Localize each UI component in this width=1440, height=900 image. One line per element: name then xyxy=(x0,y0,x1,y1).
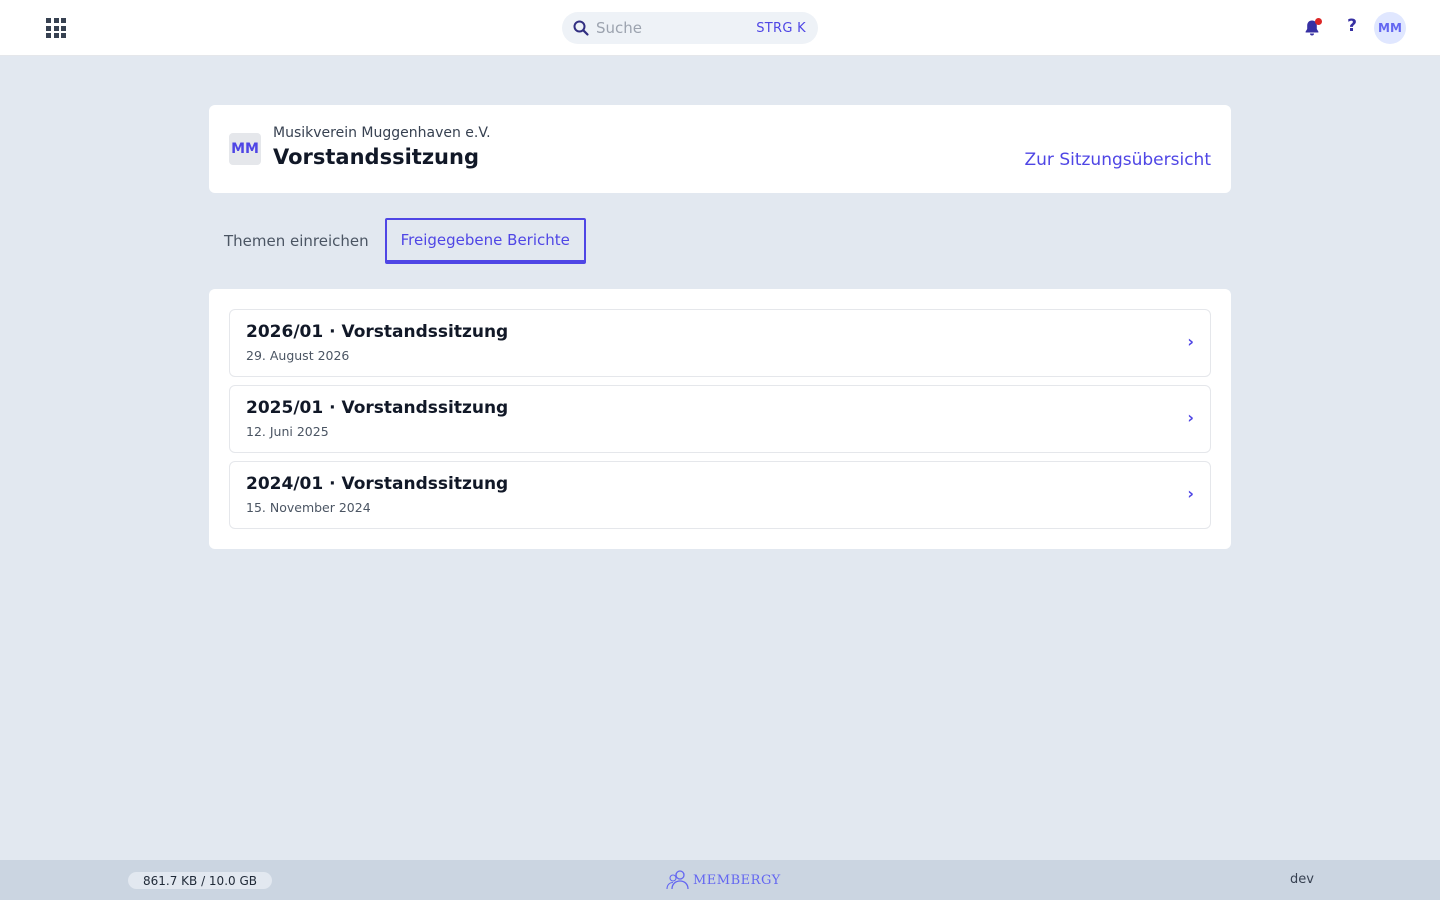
notifications-bell-icon[interactable] xyxy=(1302,18,1322,38)
org-avatar: MM xyxy=(229,133,261,165)
meeting-date: 15. November 2024 xyxy=(246,500,371,515)
meeting-title: 2025/01 · Vorstandssitzung xyxy=(246,398,509,418)
meeting-list-item[interactable]: 2025/01 · Vorstandssitzung 12. Juni 2025… xyxy=(229,385,1211,453)
meeting-date: 29. August 2026 xyxy=(246,348,350,363)
top-bar: STRG K ? MM xyxy=(0,0,1440,56)
search-input[interactable] xyxy=(596,19,746,37)
meeting-list-item[interactable]: 2024/01 · Vorstandssitzung 15. November … xyxy=(229,461,1211,529)
environment-label: dev xyxy=(1290,872,1314,887)
meeting-overview-link[interactable]: Zur Sitzungsübersicht xyxy=(1025,150,1212,170)
brand-logo: MEMBERGY xyxy=(665,869,781,891)
tab-submit-topics[interactable]: Themen einreichen xyxy=(209,218,385,264)
chevron-right-icon: › xyxy=(1187,332,1194,351)
brand-name: MEMBERGY xyxy=(693,872,781,888)
footer-bar: 861.7 KB / 10.0 GB MEMBERGY dev xyxy=(0,860,1440,900)
help-button[interactable]: ? xyxy=(1342,16,1362,40)
tab-bar: Themen einreichen Freigegebene Berichte xyxy=(209,218,586,264)
membergy-logo-icon xyxy=(666,870,689,890)
page-title: Vorstandssitzung xyxy=(273,145,479,169)
apps-grid-icon[interactable] xyxy=(44,16,68,40)
tab-released-reports[interactable]: Freigegebene Berichte xyxy=(384,218,586,264)
meeting-date: 12. Juni 2025 xyxy=(246,424,329,439)
search-shortcut-hint: STRG K xyxy=(756,20,806,36)
chevron-right-icon: › xyxy=(1187,484,1194,503)
meeting-title: 2024/01 · Vorstandssitzung xyxy=(246,474,509,494)
meeting-header-card: MM Musikverein Muggenhaven e.V. Vorstand… xyxy=(209,105,1231,193)
meeting-title: 2026/01 · Vorstandssitzung xyxy=(246,322,509,342)
storage-usage: 861.7 KB / 10.0 GB xyxy=(128,872,272,889)
meeting-list-card: 2026/01 · Vorstandssitzung 29. August 20… xyxy=(209,289,1231,549)
user-avatar[interactable]: MM xyxy=(1374,12,1406,44)
notification-dot xyxy=(1315,18,1322,25)
chevron-right-icon: › xyxy=(1187,408,1194,427)
meeting-list-item[interactable]: 2026/01 · Vorstandssitzung 29. August 20… xyxy=(229,309,1211,377)
search-icon xyxy=(572,19,590,37)
org-name: Musikverein Muggenhaven e.V. xyxy=(273,125,491,141)
search-bar[interactable]: STRG K xyxy=(562,12,818,44)
